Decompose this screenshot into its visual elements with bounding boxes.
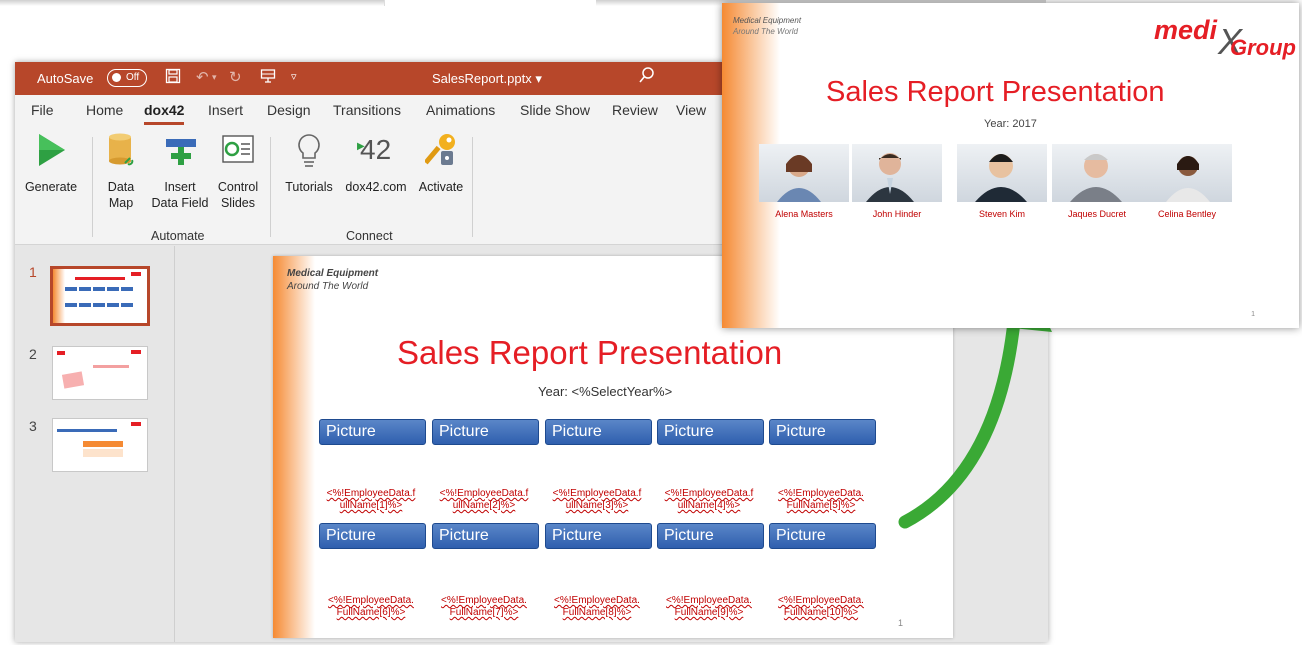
employee-name-field[interactable]: <%!EmployeeData. FullName[9]%> (653, 595, 765, 619)
employee-name-field[interactable]: <%!EmployeeData. FullName[7]%> (428, 595, 540, 619)
redo-icon[interactable]: ↻ (229, 68, 242, 86)
dox42-logo-icon: ▶ 42 (357, 134, 392, 165)
tab-transitions[interactable]: Transitions (333, 102, 401, 118)
slide-subtitle: Medical Equipment (287, 268, 379, 279)
tab-insert[interactable]: Insert (208, 102, 243, 118)
result-subtitle-2: Around The World (733, 27, 798, 36)
thumbnail-number: 3 (29, 418, 37, 434)
employee-name-field[interactable]: <%!EmployeeData.f ullName[2]%> (428, 488, 540, 512)
generate-button[interactable]: Generate (21, 133, 81, 195)
database-link-icon (109, 133, 134, 166)
employee-photo (852, 144, 942, 202)
control-slides-button[interactable]: Control Slides (211, 133, 265, 211)
employee-name-field[interactable]: <%!EmployeeData.f ullName[4]%> (653, 488, 765, 512)
slide-title[interactable]: Sales Report Presentation (397, 334, 953, 372)
employee-name-field[interactable]: <%!EmployeeData. FullName[5]%> (765, 488, 877, 512)
employee-photo (1142, 144, 1232, 202)
picture-placeholder[interactable]: Picture (657, 523, 764, 549)
ribbon-separator (472, 137, 473, 237)
employee-name: Alena Masters (775, 209, 833, 219)
employee-name: Jaques Ducret (1067, 209, 1127, 219)
employee-name: John Hinder (872, 209, 922, 219)
picture-placeholder[interactable]: Picture (769, 523, 876, 549)
employee-name-field[interactable]: <%!EmployeeData. FullName[10]%> (765, 595, 877, 619)
result-year: Year: 2017 (984, 118, 1037, 130)
autosave-label: AutoSave (37, 71, 94, 86)
employee-name-field[interactable]: <%!EmployeeData.f ullName[3]%> (541, 488, 653, 512)
picture-placeholder[interactable]: Picture (545, 523, 652, 549)
picture-placeholder[interactable]: Picture (319, 419, 426, 445)
result-title: Sales Report Presentation (826, 76, 1165, 108)
tab-view[interactable]: View (676, 102, 706, 118)
picture-placeholder[interactable]: Picture (432, 419, 539, 445)
employee-name: Steven Kim (978, 209, 1026, 219)
insert-data-field-button[interactable]: Insert Data Field (147, 133, 213, 211)
search-icon[interactable] (639, 67, 655, 90)
medigroup-logo: medi X Group (1154, 15, 1296, 62)
thumbnail-number: 2 (29, 346, 37, 362)
tab-file[interactable]: File (31, 102, 54, 118)
slide-thumbnail-1[interactable] (50, 266, 150, 326)
data-map-button[interactable]: Data Map (99, 133, 143, 211)
slide-orange-band (273, 256, 315, 638)
lightbulb-icon (298, 134, 320, 167)
employee-photo (957, 144, 1047, 202)
thumbnail-number: 1 (29, 264, 37, 280)
employee-name: Celina Bentley (1157, 209, 1217, 219)
file-name[interactable]: SalesReport.pptx ▾ (432, 71, 542, 87)
tab-home[interactable]: Home (86, 102, 123, 118)
picture-placeholder[interactable]: Picture (545, 419, 652, 445)
group-automate-label: Automate (151, 229, 205, 243)
slide-number: 1 (897, 618, 903, 628)
ribbon-separator (92, 137, 93, 237)
employee-name-field[interactable]: <%!EmployeeData. FullName[8]%> (541, 595, 653, 619)
present-icon[interactable] (260, 68, 276, 88)
slide-year-placeholder[interactable]: Year: <%SelectYear%> (538, 384, 672, 399)
tab-dox42[interactable]: dox42 (144, 102, 184, 118)
control-slides-icon (222, 135, 254, 163)
picture-placeholder[interactable]: Picture (769, 419, 876, 445)
slide-thumbnail-pane: 1 2 3 (15, 246, 175, 642)
slide-thumbnail-3[interactable] (52, 418, 148, 472)
slide-subtitle-2: Around The World (287, 281, 369, 292)
group-connect-label: Connect (346, 229, 393, 243)
undo-dropdown-icon[interactable]: ▾ (212, 72, 217, 83)
customize-toolbar-icon[interactable]: ▿ (291, 70, 297, 83)
background-window-edge (0, 0, 385, 6)
insert-field-icon (166, 139, 196, 165)
result-subtitle: Medical Equipment (733, 16, 802, 25)
key-icon (425, 134, 455, 165)
activate-button[interactable]: Activate (413, 133, 469, 195)
undo-icon[interactable]: ↶ (196, 68, 209, 86)
picture-placeholder[interactable]: Picture (319, 523, 426, 549)
employee-photo (1052, 144, 1142, 202)
tab-slide-show[interactable]: Slide Show (520, 102, 590, 118)
employee-name-field[interactable]: <%!EmployeeData.f ullName[1]%> (315, 488, 427, 512)
dox42-website-button[interactable]: ▶ 42 dox42.com (339, 133, 413, 195)
picture-placeholder[interactable]: Picture (432, 523, 539, 549)
tab-design[interactable]: Design (267, 102, 311, 118)
tab-review[interactable]: Review (612, 102, 658, 118)
tutorials-button[interactable]: Tutorials (281, 133, 337, 195)
slide-thumbnail-2[interactable] (52, 346, 148, 400)
play-icon (39, 134, 65, 166)
ribbon-separator (270, 137, 271, 237)
autosave-toggle[interactable]: Off (107, 69, 147, 87)
picture-placeholder[interactable]: Picture (657, 419, 764, 445)
result-slide-number: 1 (1251, 311, 1255, 318)
employee-photo (759, 144, 849, 202)
generated-slide-preview: Medical Equipment Around The World medi … (722, 3, 1299, 328)
employee-name-field[interactable]: <%!EmployeeData. FullName[6]%> (315, 595, 427, 619)
tab-animations[interactable]: Animations (426, 102, 495, 118)
save-icon[interactable] (165, 68, 181, 88)
